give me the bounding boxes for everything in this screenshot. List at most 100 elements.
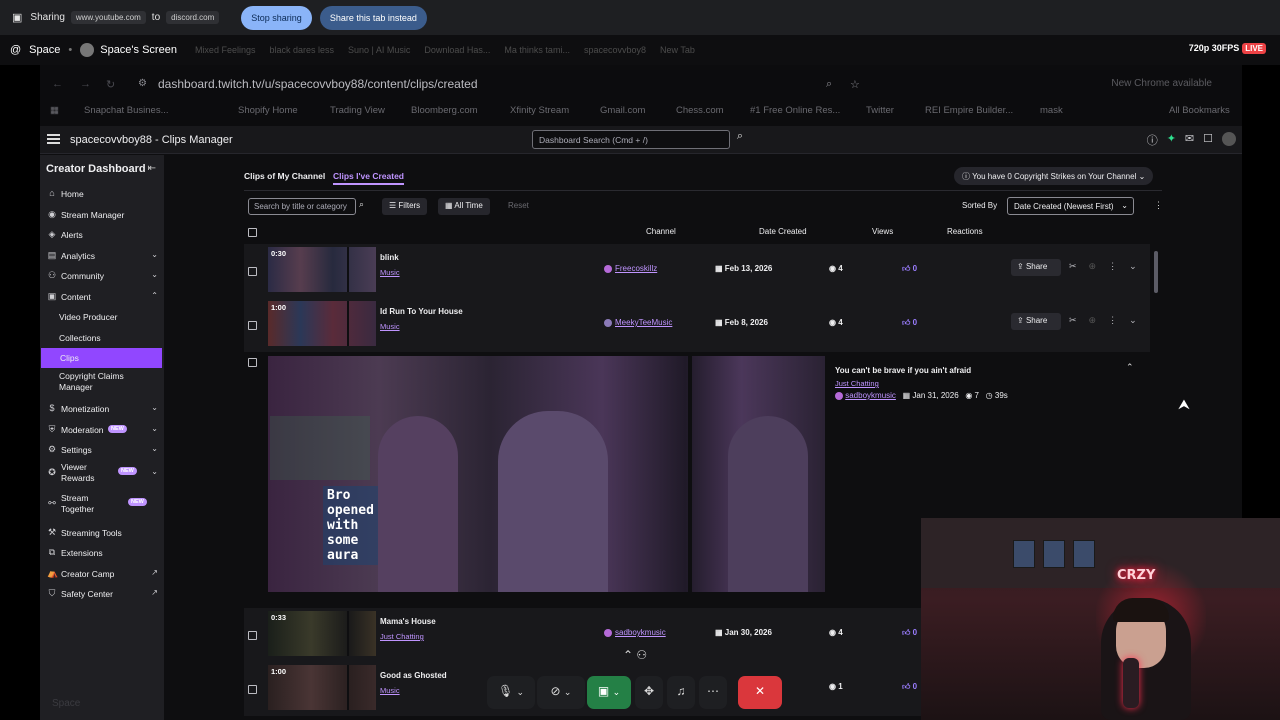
sidebar-item-community[interactable]: ⚇ Community ⌄ <box>40 266 164 286</box>
avatar[interactable] <box>1222 132 1236 146</box>
bookmark[interactable]: Bloomberg.com <box>411 105 478 116</box>
sidebar-item-analytics[interactable]: ▤ Analytics ⌄ <box>40 246 164 266</box>
column-header-date[interactable]: Date Created <box>759 227 807 236</box>
tab-clips-of-my-channel[interactable]: Clips of My Channel <box>244 171 325 181</box>
menu-icon[interactable] <box>47 134 60 144</box>
whispers-icon[interactable]: ☐ <box>1203 132 1213 148</box>
clip-channel[interactable]: sadboykmusic <box>604 628 666 637</box>
bookmark[interactable]: Shopify Home <box>238 105 298 116</box>
bookmark[interactable]: Twitter <box>866 105 894 116</box>
sidebar-item-stream-manager[interactable]: ◉ Stream Manager <box>40 205 164 225</box>
clip-category[interactable]: Music <box>380 322 400 331</box>
bookmark[interactable]: #1 Free Online Res... <box>750 105 840 116</box>
sidebar-item-viewer-rewards[interactable]: ✪ Viewer Rewards NEW ⌄ <box>40 460 164 486</box>
more-options-icon[interactable]: ⋮ <box>1154 200 1163 211</box>
copyright-strikes-dropdown[interactable]: ⓘ You have 0 Copyright Strikes on Your C… <box>954 167 1154 185</box>
row-checkbox[interactable] <box>248 358 257 367</box>
bookmark[interactable]: Xfinity Stream <box>510 105 569 116</box>
sidebar-item-alerts[interactable]: ◈ Alerts <box>40 225 164 245</box>
column-header-channel[interactable]: Channel <box>646 227 676 236</box>
url-text[interactable]: dashboard.twitch.tv/u/spacecovvboy88/con… <box>158 77 478 91</box>
table-row[interactable]: 0:30 blink Music Freecoskillz ▦ Feb 13, … <box>244 244 1150 298</box>
sidebar-item-content[interactable]: ▣ Content ⌃ <box>40 287 164 307</box>
row-checkbox[interactable] <box>248 631 257 640</box>
sidebar-item-monetization[interactable]: $ Monetization ⌄ <box>40 399 164 419</box>
leave-call-button[interactable]: ✕ <box>738 676 782 709</box>
clip-title[interactable]: Good as Ghosted <box>380 671 447 680</box>
column-header-reactions[interactable]: Reactions <box>947 227 983 236</box>
sidebar-item-streaming-tools[interactable]: ⚒ Streaming Tools <box>40 523 164 543</box>
plus-icon[interactable]: ⊕ <box>1089 315 1097 326</box>
clip-title[interactable]: blink <box>380 253 399 262</box>
expanded-clip-category[interactable]: Just Chatting <box>835 379 879 388</box>
clip-reactions[interactable]: 👍︎ 0 <box>902 318 917 328</box>
sort-select[interactable]: Date Created (Newest First) ⌄ <box>1007 197 1134 215</box>
tab-clips-ive-created[interactable]: Clips I've Created <box>333 171 404 185</box>
sidebar-item-moderation[interactable]: ⛨ Moderation NEW ⌄ <box>40 420 164 440</box>
sidebar-item-stream-together[interactable]: ⚯ Stream Together NEW <box>40 491 164 517</box>
site-info-icon[interactable]: ⚙ <box>138 78 147 89</box>
sidebar-item-copyright-claims[interactable]: Copyright Claims Manager <box>40 369 164 395</box>
clip-reactions[interactable]: 👍︎ 0 <box>902 264 917 274</box>
scissors-icon[interactable]: ✂ <box>1069 261 1077 272</box>
sidebar-item-home[interactable]: ⌂ Home <box>40 184 164 204</box>
clip-title[interactable]: Mama's House <box>380 617 436 626</box>
filters-button[interactable]: ☰ Filters <box>382 198 428 215</box>
bits-icon[interactable]: ✦ <box>1167 132 1176 148</box>
bookmark[interactable]: mask <box>1040 105 1063 116</box>
chevron-up-icon[interactable]: ⌃ <box>1126 362 1134 373</box>
reset-button[interactable]: Reset <box>508 201 529 210</box>
camera-button[interactable]: ⊘ ⌄ <box>537 676 585 709</box>
participants-icon[interactable]: ⚇ <box>636 648 647 662</box>
more-options-icon[interactable]: ⋮ <box>1108 261 1117 272</box>
bookmark[interactable]: Snapchat Busines... <box>84 105 169 116</box>
expanded-clip-channel[interactable]: sadboykmusic <box>845 391 896 400</box>
bookmark[interactable]: Trading View <box>330 105 385 116</box>
sidebar-item-settings[interactable]: ⚙ Settings ⌄ <box>40 440 164 460</box>
clip-thumbnail[interactable]: 0:30 <box>268 247 376 292</box>
sidebar-item-creator-camp[interactable]: ⛺ Creator Camp ↗ <box>40 564 164 584</box>
clip-reactions[interactable]: 👍︎ 0 <box>902 628 917 638</box>
clip-thumbnail[interactable]: 0:33 <box>268 611 376 656</box>
clip-category[interactable]: Just Chatting <box>380 632 424 641</box>
bookmark[interactable]: Chess.com <box>676 105 724 116</box>
scrollbar[interactable] <box>1154 251 1158 293</box>
table-row[interactable]: 1:00 Id Run To Your House Music MeekyTee… <box>244 298 1150 352</box>
more-options-icon[interactable]: ⋮ <box>1108 315 1117 326</box>
share-button[interactable]: ⇪ Share <box>1011 313 1061 330</box>
screen-share-button[interactable]: ▣ ⌄ <box>587 676 631 709</box>
clip-channel[interactable]: MeekyTeeMusic <box>604 318 672 327</box>
more-options-button[interactable]: ⋯ <box>699 676 727 709</box>
scissors-icon[interactable]: ✂ <box>1069 315 1077 326</box>
address-bar[interactable]: ← → ↻ ⚙ dashboard.twitch.tv/u/spacecovvb… <box>40 73 1242 99</box>
zoom-icon[interactable]: ⌕ <box>826 78 832 91</box>
help-icon[interactable]: ⓘ <box>1147 132 1158 148</box>
clip-category[interactable]: Music <box>380 268 400 277</box>
back-icon[interactable]: ← <box>52 78 63 90</box>
share-button[interactable]: ⇪ Share <box>1011 259 1061 276</box>
bookmark-star-icon[interactable]: ☆ <box>850 78 860 91</box>
select-all-checkbox[interactable] <box>248 228 257 237</box>
clip-search-input[interactable]: Search by title or category <box>248 198 356 215</box>
column-header-views[interactable]: Views <box>872 227 893 236</box>
search-icon[interactable]: ⌕ <box>359 199 364 210</box>
collapse-sidebar-icon[interactable]: ⇤ <box>148 163 156 174</box>
inbox-icon[interactable]: ✉ <box>1185 132 1194 148</box>
plus-icon[interactable]: ⊕ <box>1089 261 1097 272</box>
sidebar-item-safety-center[interactable]: ⛉ Safety Center ↗ <box>40 584 164 604</box>
activities-button[interactable]: ✥ <box>635 676 663 709</box>
sidebar-item-extensions[interactable]: ⧉ Extensions <box>40 543 164 563</box>
sidebar-item-collections[interactable]: Collections <box>40 328 164 348</box>
forward-icon[interactable]: → <box>80 78 91 90</box>
apps-icon[interactable]: ▦ <box>50 105 59 116</box>
stop-sharing-button[interactable]: Stop sharing <box>241 5 312 30</box>
row-checkbox[interactable] <box>248 321 257 330</box>
clip-thumbnail[interactable]: 1:00 <box>268 301 376 346</box>
chevron-up-icon[interactable]: ⌃ ⚇ <box>623 648 647 662</box>
all-bookmarks[interactable]: All Bookmarks <box>1169 105 1230 116</box>
sidebar-item-video-producer[interactable]: Video Producer <box>40 307 164 327</box>
all-time-button[interactable]: ▦ All Time <box>438 198 490 215</box>
clip-thumbnail[interactable]: 1:00 <box>268 665 376 710</box>
share-this-tab-button[interactable]: Share this tab instead <box>319 5 427 30</box>
clip-category[interactable]: Music <box>380 686 400 695</box>
